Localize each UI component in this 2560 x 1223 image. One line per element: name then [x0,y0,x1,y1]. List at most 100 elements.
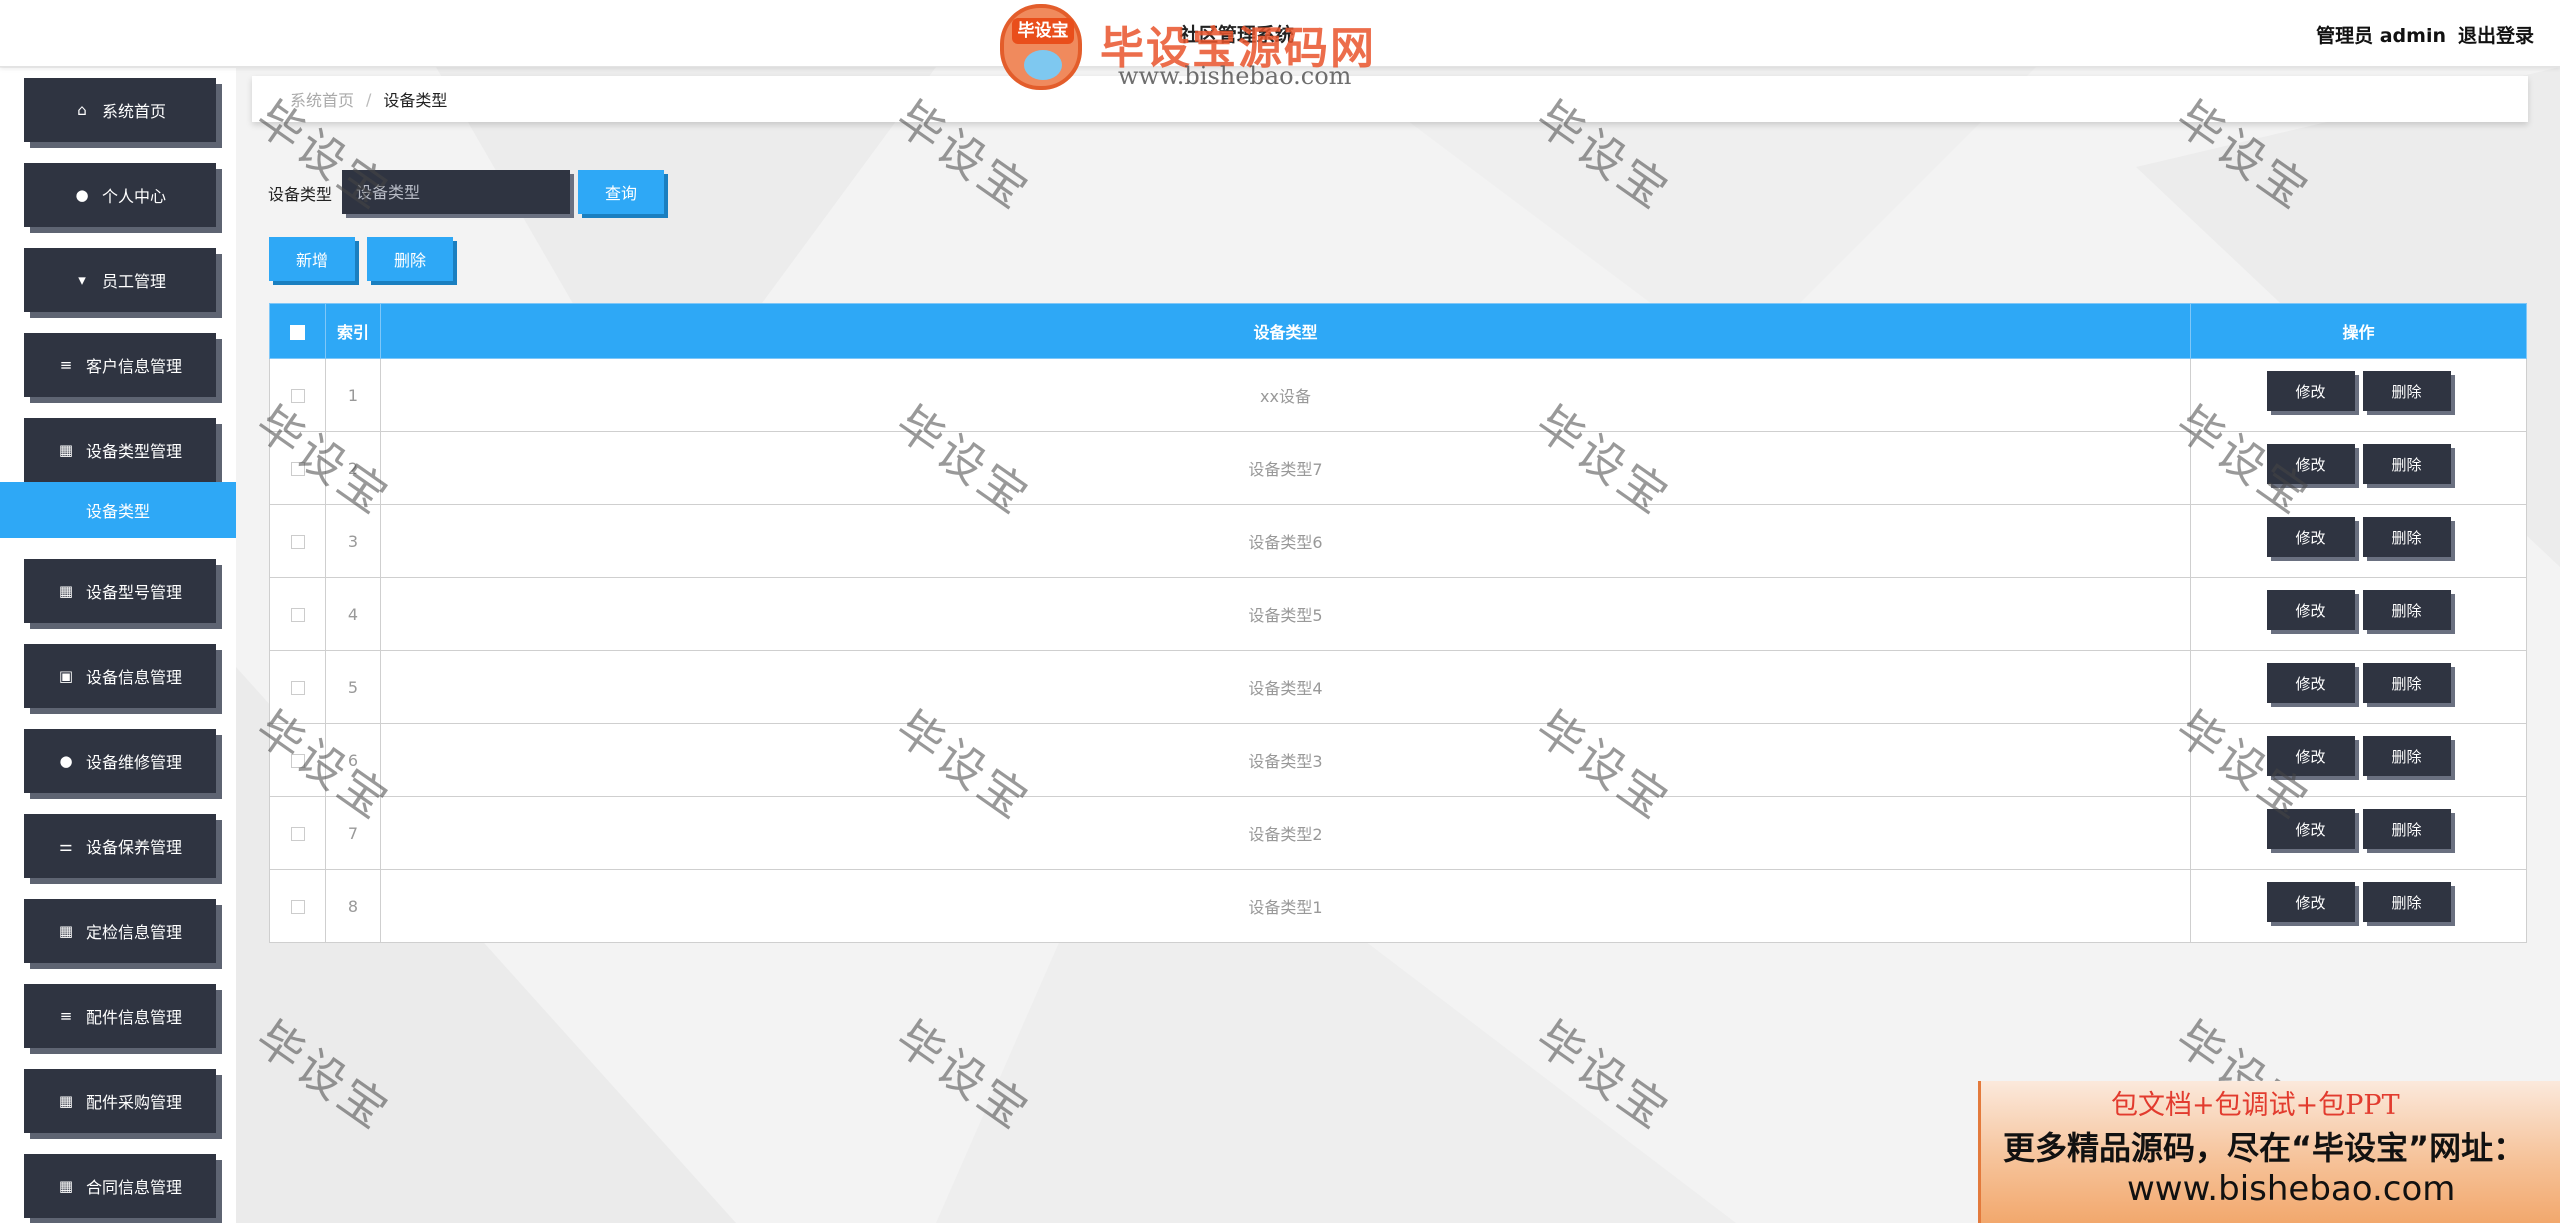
delete-button[interactable]: 删除 [2362,371,2451,411]
sidebar-item-10[interactable]: ≡ 配件信息管理 [24,984,216,1048]
sidebar-item-label: 定检信息管理 [85,923,182,942]
row-checkbox[interactable] [290,535,305,549]
list-icon: ≡ [59,1007,73,1025]
logout-link[interactable]: 退出登录 [2458,21,2534,48]
sidebar-item-label: 个人中心 [101,187,166,206]
grid-icon: ▦ [58,582,74,600]
sidebar-item-5[interactable]: ▦ 设备型号管理 [24,559,216,623]
add-button[interactable]: 新增 [269,237,355,281]
logo-face-icon [1024,50,1062,80]
table-header-row: 索引 设备类型 操作 [269,303,2527,359]
edit-button[interactable]: 修改 [2266,736,2355,776]
grid-icon: ▦ [58,1092,74,1110]
edit-button[interactable]: 修改 [2266,809,2355,849]
table-row: 5 设备类型4 修改 删除 [269,650,2527,724]
row-check-cell [269,358,326,432]
delete-button[interactable]: 删除 [2362,809,2451,849]
row-check-cell [269,796,326,870]
breadcrumb-home[interactable]: 系统首页 [290,87,354,111]
breadcrumb-current: 设备类型 [383,91,448,110]
delete-button[interactable]: 删除 [2362,590,2451,630]
sidebar-item-4[interactable]: ▦ 设备类型管理 [24,418,216,482]
sidebar-item-label: 员工管理 [101,272,166,291]
header-index: 索引 [325,303,381,359]
table-body: 1 xx设备 修改 删除 2 设备类型7 修改 删除 3 设备类型6 修改 删除 4 设备类型5 修改 删除 5… [269,358,2527,943]
sidebar-item-label: 配件信息管理 [85,1008,182,1027]
row-check-cell [269,577,326,651]
watermark-text: 毕设宝 [246,1010,401,1141]
row-type: 设备类型4 [380,650,2191,724]
sidebar-item-11[interactable]: ▦ 配件采购管理 [24,1069,216,1133]
user-icon: ● [75,186,89,204]
ad-line3: www.bishebao.com [2127,1169,2456,1209]
table-row: 8 设备类型1 修改 删除 [269,869,2527,943]
delete-button[interactable]: 删除 [2362,663,2451,703]
query-button[interactable]: 查询 [578,170,664,214]
delete-button[interactable]: 删除 [2362,444,2451,484]
table-row: 3 设备类型6 修改 删除 [269,504,2527,578]
sliders-icon: ⚌ [59,837,73,855]
sidebar-item-9[interactable]: ▦ 定检信息管理 [24,899,216,963]
sidebar-item-1[interactable]: ● 个人中心 [24,163,216,227]
ad-banner[interactable]: 包文档+包调试+包PPT 更多精品源码，尽在“毕设宝”网址： www.bishe… [1978,1081,2560,1223]
row-type: 设备类型3 [380,723,2191,797]
edit-button[interactable]: 修改 [2266,371,2355,411]
row-checkbox[interactable] [290,754,305,768]
row-checkbox[interactable] [290,608,305,622]
delete-button[interactable]: 删除 [2362,882,2451,922]
batch-delete-button[interactable]: 删除 [367,237,453,281]
home-icon: ⌂ [77,101,87,119]
ad-line2: 更多精品源码，尽在“毕设宝”网址： [2003,1129,2526,1167]
row-index: 5 [325,650,381,724]
header-type: 设备类型 [380,303,2191,359]
edit-button[interactable]: 修改 [2266,590,2355,630]
row-type: 设备类型2 [380,796,2191,870]
sidebar-item-label: 系统首页 [101,102,166,121]
sidebar-item-label: 客户信息管理 [85,357,182,376]
sidebar-item-label: 设备维修管理 [85,753,182,772]
delete-button[interactable]: 删除 [2362,736,2451,776]
sidebar-item-8[interactable]: ⚌ 设备保养管理 [24,814,216,878]
clipboard-icon: ▣ [58,667,74,685]
select-all-checkbox[interactable] [290,324,305,340]
delete-button[interactable]: 删除 [2362,517,2451,557]
row-checkbox[interactable] [290,389,305,403]
row-index: 7 [325,796,381,870]
search-label: 设备类型 [268,185,333,204]
row-index: 2 [325,431,381,505]
edit-button[interactable]: 修改 [2266,517,2355,557]
row-type: 设备类型7 [380,431,2191,505]
row-checkbox[interactable] [290,462,305,476]
sidebar-item-7[interactable]: ● 设备维修管理 [24,729,216,793]
row-check-cell [269,504,326,578]
site-logo: 毕设宝 毕设宝源码网 www.bishebao.com [1000,4,1390,90]
row-ops: 修改 删除 [2190,869,2527,943]
table-row: 7 设备类型2 修改 删除 [269,796,2527,870]
row-checkbox[interactable] [290,827,305,841]
data-table: 索引 设备类型 操作 1 xx设备 修改 删除 2 设备类型7 修改 删除 3 设备类型6 修改 删除… [269,303,2527,943]
grid-icon: ▦ [58,922,74,940]
user-label: 管理员 admin [2316,25,2446,47]
row-type: 设备类型5 [380,577,2191,651]
sidebar-item-6[interactable]: ▣ 设备信息管理 [24,644,216,708]
sidebar-item-label: 设备保养管理 [85,838,182,857]
sidebar-item-12[interactable]: ▦ 合同信息管理 [24,1154,216,1218]
row-checkbox[interactable] [290,681,305,695]
row-check-cell [269,650,326,724]
sidebar-item-3[interactable]: ≡ 客户信息管理 [24,333,216,397]
edit-button[interactable]: 修改 [2266,663,2355,703]
search-input[interactable] [342,170,570,214]
sidebar-item-2[interactable]: ▾ 员工管理 [24,248,216,312]
row-ops: 修改 删除 [2190,577,2527,651]
staff-icon: ▾ [78,271,86,289]
edit-button[interactable]: 修改 [2266,882,2355,922]
grid-icon: ▦ [58,1177,74,1195]
row-index: 1 [325,358,381,432]
sidebar-item-0[interactable]: ⌂ 系统首页 [24,78,216,142]
submenu-item-device-type[interactable]: 设备类型 [0,482,236,538]
table-row: 2 设备类型7 修改 删除 [269,431,2527,505]
row-checkbox[interactable] [290,900,305,914]
sidebar-item-label: 合同信息管理 [85,1178,182,1197]
edit-button[interactable]: 修改 [2266,444,2355,484]
row-index: 4 [325,577,381,651]
